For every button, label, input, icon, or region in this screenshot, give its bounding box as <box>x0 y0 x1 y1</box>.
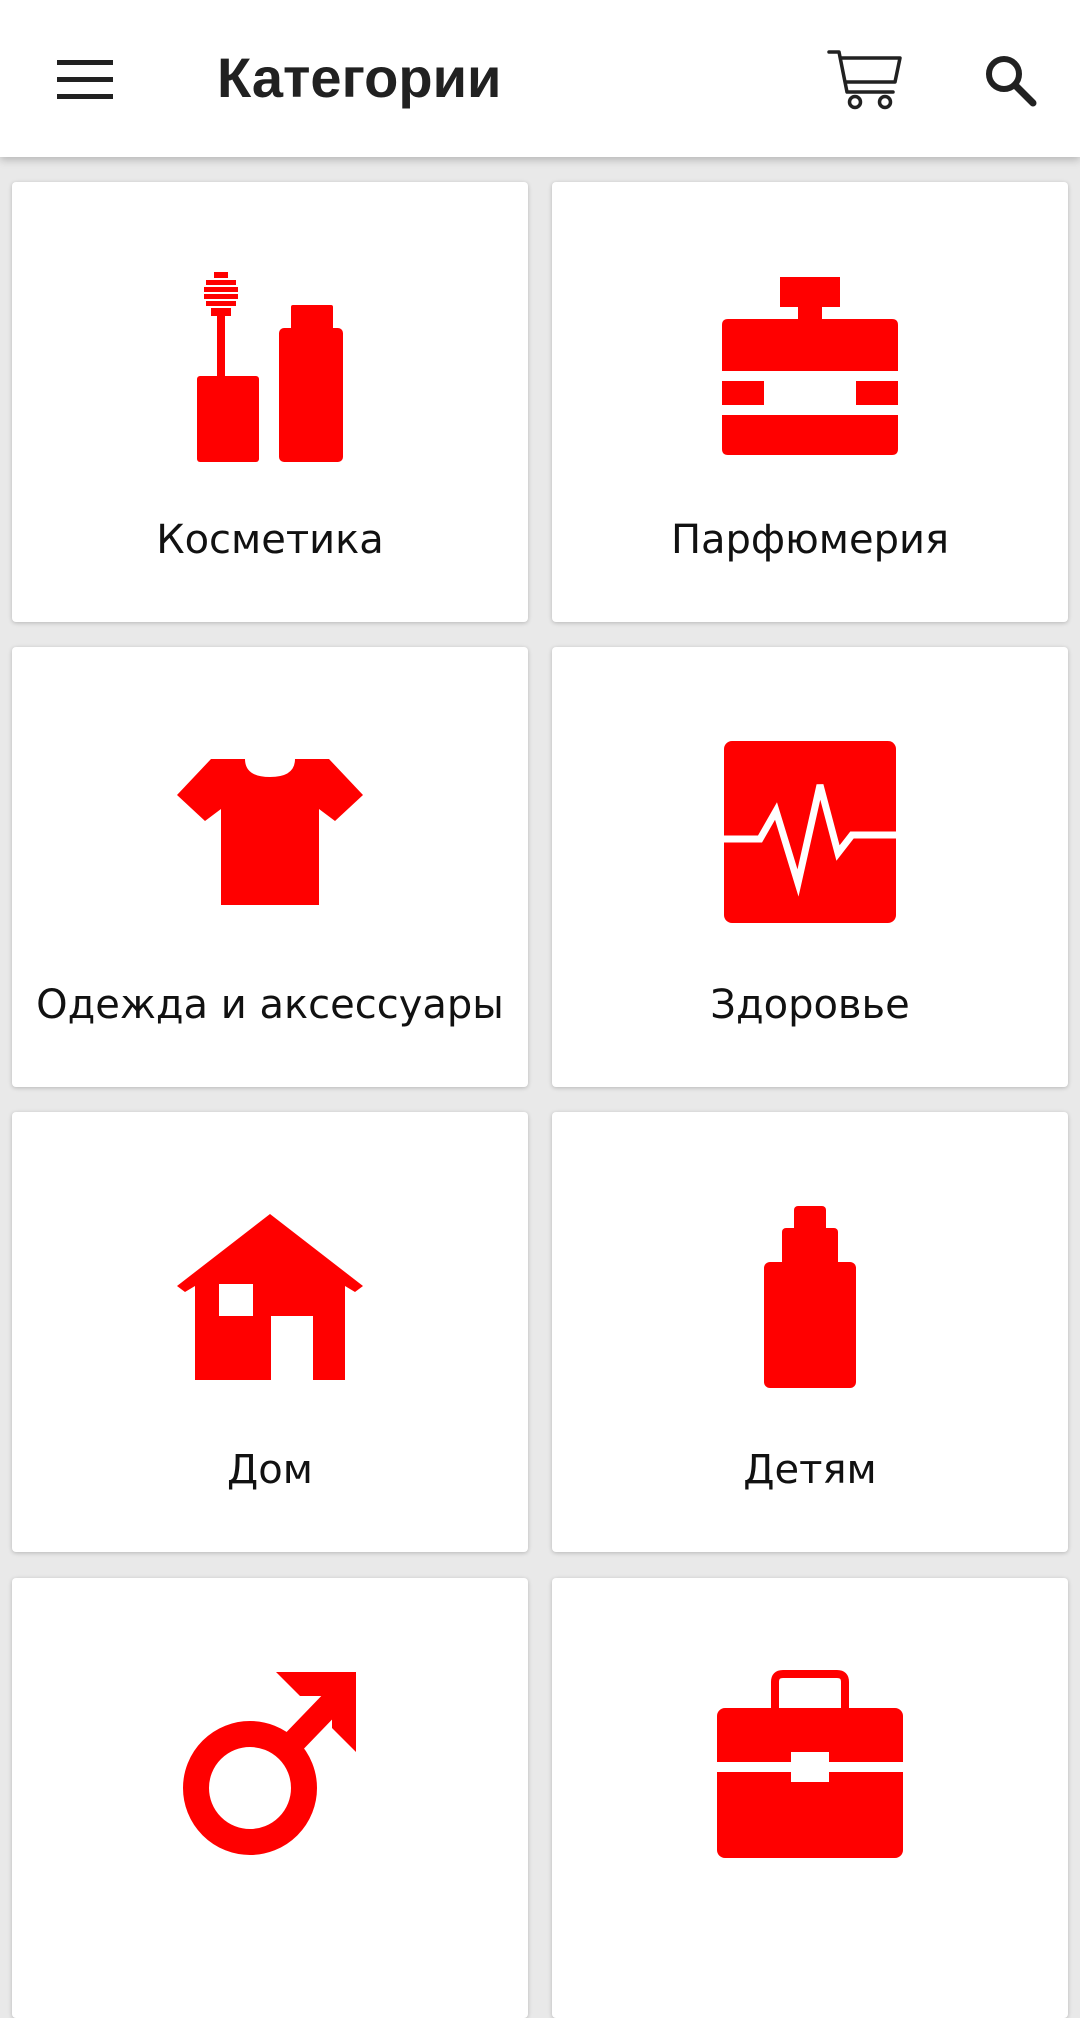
page-title: Категории <box>217 46 502 109</box>
house-icon <box>177 1214 363 1380</box>
male-symbol-icon <box>183 1672 356 1855</box>
category-card-perfume[interactable]: Парфюмерия <box>552 182 1068 622</box>
category-label: Дом <box>227 1447 313 1493</box>
category-card-kids[interactable]: Детям <box>552 1112 1068 1552</box>
app-bar: Категории <box>0 0 1080 157</box>
category-card-business[interactable] <box>552 1578 1068 2018</box>
category-card-home[interactable]: Дом <box>12 1112 528 1552</box>
category-label: Парфюмерия <box>670 517 950 563</box>
category-label: Здоровье <box>710 982 910 1028</box>
cart-button[interactable] <box>815 30 915 130</box>
baby-bottle-icon <box>764 1206 856 1388</box>
hamburger-menu-icon <box>57 60 113 99</box>
category-card-cosmetics[interactable]: Косметика <box>12 182 528 622</box>
briefcase-icon <box>717 1670 903 1858</box>
category-card-men[interactable] <box>12 1578 528 2018</box>
perfume-bottle-icon <box>722 277 898 455</box>
shopping-cart-icon <box>827 50 902 110</box>
cosmetics-icon <box>197 272 343 462</box>
heartbeat-icon <box>724 741 896 923</box>
search-button[interactable] <box>960 30 1060 130</box>
category-label: Детям <box>743 1447 877 1493</box>
category-label: Косметика <box>156 517 384 563</box>
category-label <box>552 1908 1068 1964</box>
search-icon <box>986 56 1037 107</box>
category-label: Одежда и аксессуары <box>36 982 504 1028</box>
category-card-health[interactable]: Здоровье <box>552 647 1068 1087</box>
t-shirt-icon <box>177 759 363 905</box>
category-card-clothing[interactable]: Одежда и аксессуары <box>12 647 528 1087</box>
menu-button[interactable] <box>40 35 130 125</box>
category-grid: Косметика Парфюмерия Одежда и аксессуары <box>0 0 1080 2018</box>
category-label <box>12 1908 528 1964</box>
